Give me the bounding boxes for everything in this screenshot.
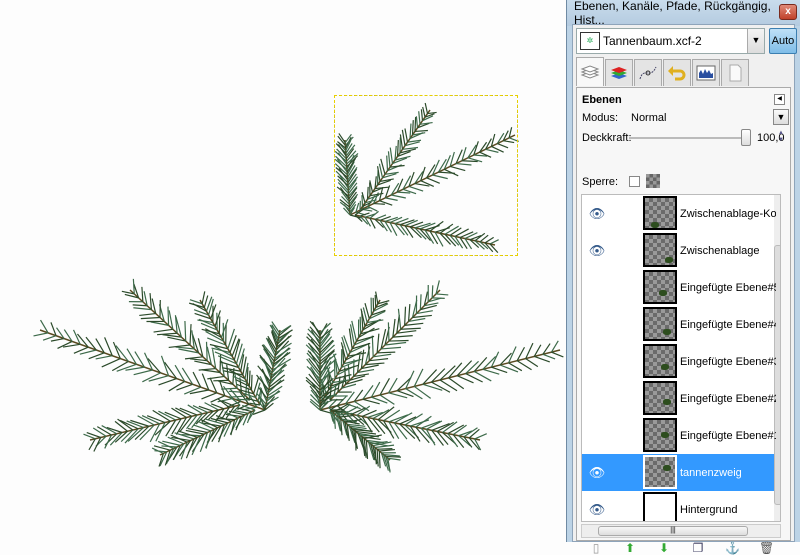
tab-undo[interactable] xyxy=(663,59,691,86)
layer-thumbnail xyxy=(643,344,677,378)
eye-icon[interactable]: 👁 xyxy=(582,243,612,259)
collapse-icon[interactable]: ◀ xyxy=(774,94,785,105)
layer-list[interactable]: 👁 Zwischenablage-Kopie 👁 Zwischenablage Eing… xyxy=(581,194,781,522)
layer-name[interactable]: Eingefügte Ebene#3 xyxy=(680,356,776,368)
channels-icon xyxy=(609,64,629,82)
lock-label: Sperre: xyxy=(582,176,618,188)
lock-pixels-checkbox[interactable] xyxy=(629,176,640,187)
delete-layer-icon[interactable]: 🗑 xyxy=(759,541,773,555)
layer-name[interactable]: Zwischenablage-Kopie xyxy=(680,208,776,220)
layer-thumbnail xyxy=(643,381,677,415)
horizontal-scrollbar[interactable]: ||| xyxy=(581,524,781,538)
eye-icon[interactable]: 👁 xyxy=(582,502,612,518)
lock-alpha-icon[interactable] xyxy=(646,174,660,188)
layer-thumbnail xyxy=(643,455,677,489)
image-thumbnail: ✲ xyxy=(580,32,600,50)
anchor-layer-icon[interactable]: ⚓ xyxy=(725,541,739,555)
duplicate-layer-icon[interactable]: ❐ xyxy=(691,541,705,555)
pine-branch-left xyxy=(34,279,293,467)
layer-row[interactable]: Eingefügte Ebene#1 xyxy=(582,417,774,454)
layer-row[interactable]: Eingefügte Ebene#5 xyxy=(582,269,774,306)
undo-icon xyxy=(667,64,687,82)
raise-layer-icon[interactable]: ⬆ xyxy=(623,541,637,555)
lower-layer-icon[interactable]: ⬇ xyxy=(657,541,671,555)
mode-dropdown[interactable]: ▼ xyxy=(773,109,789,125)
pine-branch-right xyxy=(306,280,563,472)
opacity-slider-handle[interactable] xyxy=(741,129,751,146)
document-icon xyxy=(725,64,745,82)
layer-thumbnail xyxy=(643,418,677,452)
mode-label: Modus: xyxy=(582,112,618,124)
image-selector[interactable]: ✲ Tannenbaum.xcf-2 ▼ xyxy=(576,28,765,54)
layer-name[interactable]: Eingefügte Ebene#4 xyxy=(680,319,776,331)
section-title: Ebenen xyxy=(582,94,622,106)
layer-thumbnail xyxy=(643,270,677,304)
layer-row[interactable]: Eingefügte Ebene#4 xyxy=(582,306,774,343)
image-name: Tannenbaum.xcf-2 xyxy=(603,34,702,48)
layer-row[interactable]: Eingefügte Ebene#2 xyxy=(582,380,774,417)
paths-icon xyxy=(638,64,658,82)
pine-branches-artwork xyxy=(0,0,566,542)
selection-marquee[interactable] xyxy=(334,95,518,256)
eye-icon[interactable]: 👁 xyxy=(582,206,612,222)
scrollbar-thumb[interactable]: ||| xyxy=(598,526,748,536)
layer-name[interactable]: Eingefügte Ebene#1 xyxy=(680,430,776,442)
auto-button[interactable]: Auto xyxy=(769,28,797,54)
layer-name[interactable]: Zwischenablage xyxy=(680,245,776,257)
image-canvas[interactable] xyxy=(0,0,566,542)
layer-row[interactable]: Eingefügte Ebene#3 xyxy=(582,343,774,380)
opacity-slider[interactable] xyxy=(629,137,745,139)
tab-channels[interactable] xyxy=(605,59,633,86)
new-layer-icon[interactable]: ▯ xyxy=(589,541,603,555)
opacity-label: Deckkraft: xyxy=(582,132,632,144)
tab-paths[interactable] xyxy=(634,59,662,86)
layers-dock: Ebenen, Kanäle, Pfade, Rückgängig, Hist.… xyxy=(566,0,800,542)
close-button[interactable]: x xyxy=(779,4,797,20)
layer-thumbnail xyxy=(643,307,677,341)
chevron-down-icon[interactable]: ▼ xyxy=(747,29,764,53)
eye-icon[interactable]: 👁 xyxy=(582,465,612,481)
tab-document[interactable] xyxy=(721,59,749,86)
layer-thumbnail xyxy=(643,233,677,267)
layer-row[interactable]: 👁 Hintergrund xyxy=(582,491,774,522)
layer-thumbnail xyxy=(643,196,677,230)
layer-name[interactable]: Eingefügte Ebene#2 xyxy=(680,393,776,405)
layer-row[interactable]: 👁 Zwischenablage xyxy=(582,232,774,269)
layers-icon xyxy=(580,63,600,81)
layer-thumbnail xyxy=(643,492,677,522)
tab-layers[interactable] xyxy=(576,57,604,86)
layer-name[interactable]: Hintergrund xyxy=(680,504,776,516)
dock-title: Ebenen, Kanäle, Pfade, Rückgängig, Hist.… xyxy=(567,0,800,26)
tab-histogram[interactable] xyxy=(692,59,720,86)
layer-name[interactable]: tannenzweig xyxy=(680,467,776,479)
layer-row[interactable]: 👁 tannenzweig xyxy=(582,454,774,491)
histogram-icon xyxy=(696,64,716,82)
opacity-spinner[interactable]: ▲▼ xyxy=(778,130,786,144)
mode-value[interactable]: Normal xyxy=(631,112,666,124)
layer-row[interactable]: 👁 Zwischenablage-Kopie xyxy=(582,195,774,232)
layer-name[interactable]: Eingefügte Ebene#5 xyxy=(680,282,776,294)
